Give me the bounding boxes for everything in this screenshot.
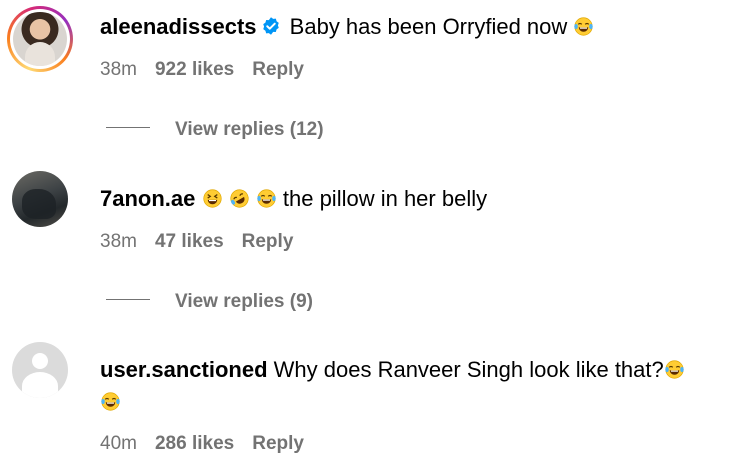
comment-meta: 38m 47 likes Reply bbox=[100, 230, 311, 254]
comment-time: 38m bbox=[100, 231, 137, 252]
view-replies-button[interactable]: View replies (9) bbox=[106, 290, 313, 314]
grinning-squinting-face-icon bbox=[202, 189, 222, 208]
comment-text: the pillow in her belly bbox=[282, 186, 488, 211]
rolling-on-floor-laughing-icon bbox=[230, 189, 249, 208]
comment-text: Why does Ranveer Singh look like that? bbox=[273, 357, 664, 382]
verified-badge-icon bbox=[262, 17, 279, 35]
comment-line: aleenadissects Baby has been Orryfied no… bbox=[100, 13, 594, 41]
comment-text: Baby has been Orryfied now bbox=[289, 14, 568, 39]
face-with-tears-of-joy-icon bbox=[257, 189, 276, 208]
comment-time: 40m bbox=[100, 433, 137, 454]
face-with-tears-of-joy-icon bbox=[101, 392, 120, 411]
comment-username[interactable]: user.sanctioned bbox=[100, 357, 268, 382]
avatar[interactable] bbox=[12, 342, 68, 398]
comment-username[interactable]: 7anon.ae bbox=[100, 186, 195, 211]
view-replies-label: View replies (12) bbox=[175, 119, 324, 140]
comment-meta: 40m 286 likes Reply bbox=[100, 432, 322, 456]
face-with-tears-of-joy-icon bbox=[665, 360, 684, 379]
avatar[interactable] bbox=[7, 6, 73, 72]
comment-line: user.sanctioned Why does Ranveer Singh l… bbox=[100, 356, 685, 384]
comment-likes[interactable]: 47 likes bbox=[155, 231, 224, 252]
avatar[interactable] bbox=[12, 171, 68, 227]
comment-likes[interactable]: 922 likes bbox=[155, 59, 234, 80]
comment-line: 7anon.ae the pillow in her belly bbox=[100, 185, 487, 213]
view-replies-button[interactable]: View replies (12) bbox=[106, 118, 324, 142]
reply-button[interactable]: Reply bbox=[252, 59, 304, 80]
comment-meta: 38m 922 likes Reply bbox=[100, 58, 322, 82]
reply-button[interactable]: Reply bbox=[252, 433, 304, 454]
comment-time: 38m bbox=[100, 59, 137, 80]
reply-button[interactable]: Reply bbox=[242, 231, 294, 252]
comment-likes[interactable]: 286 likes bbox=[155, 433, 234, 454]
divider bbox=[106, 127, 150, 129]
face-with-tears-of-joy-icon bbox=[574, 17, 594, 36]
divider bbox=[106, 299, 150, 301]
comment-username[interactable]: aleenadissects bbox=[100, 14, 257, 39]
view-replies-label: View replies (9) bbox=[175, 291, 313, 312]
comment-line-continued bbox=[100, 388, 121, 416]
